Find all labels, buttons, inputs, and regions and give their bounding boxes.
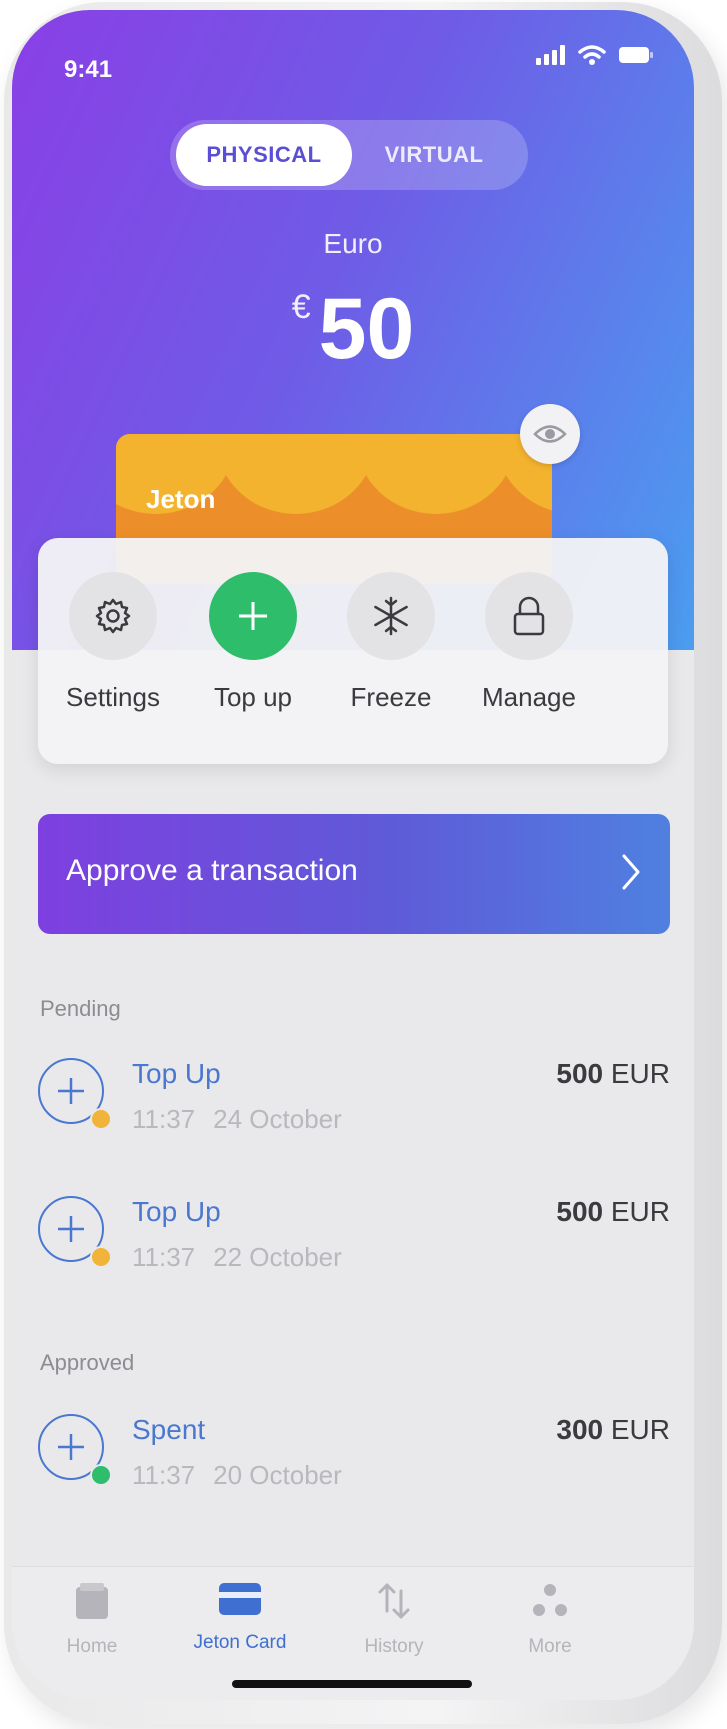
transaction-meta: 11:37 24 October <box>132 1104 360 1135</box>
manage-action[interactable]: Manage <box>454 572 604 713</box>
card-brand: Jeton <box>146 484 216 514</box>
balance: €50 <box>12 280 694 379</box>
amount-currency: EUR <box>610 1414 670 1445</box>
arrows-icon <box>378 1583 410 1619</box>
amount-value: 500 <box>556 1058 604 1089</box>
transaction-row[interactable]: Spent 11:37 20 October 300 EUR <box>38 1414 670 1504</box>
tab-jeton-card[interactable]: Jeton Card <box>170 1581 310 1654</box>
transaction-time: 11:37 <box>132 1460 196 1490</box>
transaction-date: 22 October <box>213 1242 342 1272</box>
top-up-button[interactable] <box>209 572 297 660</box>
settings-button[interactable] <box>69 572 157 660</box>
transaction-amount: 300 EUR <box>556 1414 670 1446</box>
transaction-title: Top Up <box>132 1196 221 1227</box>
screen: 9:41 PHYSICAL VIRTUAL Euro €50 Jeton Set… <box>12 10 694 1700</box>
freeze-action[interactable]: Freeze <box>316 572 466 713</box>
status-icons <box>536 44 654 66</box>
card-icon <box>219 1583 261 1615</box>
tab-label: More <box>528 1636 572 1657</box>
status-dot <box>90 1464 112 1486</box>
dots-icon <box>533 1584 567 1616</box>
tab-label: Jeton Card <box>193 1632 287 1653</box>
section-approved: Approved <box>40 1350 135 1375</box>
tab-virtual[interactable]: VIRTUAL <box>346 124 522 186</box>
card-pattern <box>356 434 516 514</box>
amount-currency: EUR <box>610 1058 670 1089</box>
phone-frame: 9:41 PHYSICAL VIRTUAL Euro €50 Jeton Set… <box>4 2 722 1724</box>
action-label: Top up <box>213 682 293 712</box>
tab-more[interactable]: More <box>480 1581 620 1658</box>
tab-label: Home <box>66 1636 118 1657</box>
manage-button[interactable] <box>485 572 573 660</box>
tab-history[interactable]: History <box>324 1581 464 1658</box>
transaction-meta: 11:37 20 October <box>132 1460 360 1491</box>
eye-icon <box>533 425 567 443</box>
wallet-icon <box>76 1583 108 1619</box>
balance-amount: 50 <box>318 281 415 377</box>
battery-icon <box>619 47 653 63</box>
plus-icon <box>58 1434 84 1460</box>
plus-icon <box>239 602 267 630</box>
tab-physical[interactable]: PHYSICAL <box>176 124 352 186</box>
transaction-amount: 500 EUR <box>556 1196 670 1228</box>
freeze-button[interactable] <box>347 572 435 660</box>
plus-icon <box>58 1078 84 1104</box>
tab-home[interactable]: Home <box>22 1581 162 1658</box>
currency-symbol: € <box>291 288 311 326</box>
amount-value: 500 <box>556 1196 604 1227</box>
gear-icon <box>95 598 131 634</box>
transaction-title: Top Up <box>132 1058 221 1089</box>
show-details-button[interactable] <box>520 404 580 464</box>
transaction-time: 11:37 <box>132 1242 196 1272</box>
status-dot <box>90 1108 112 1130</box>
wifi-icon <box>578 45 606 65</box>
approve-transaction-button[interactable]: Approve a transaction <box>38 814 670 934</box>
transaction-time: 11:37 <box>132 1104 196 1134</box>
transaction-amount: 500 EUR <box>556 1058 670 1090</box>
approve-label: Approve a transaction <box>66 854 358 887</box>
transaction-date: 24 October <box>213 1104 342 1134</box>
signal-icon <box>536 45 565 65</box>
transaction-date: 20 October <box>213 1460 342 1490</box>
currency-name: Euro <box>323 228 383 259</box>
amount-value: 300 <box>556 1414 604 1445</box>
card-type-toggle: PHYSICAL VIRTUAL <box>170 120 528 190</box>
settings-action[interactable]: Settings <box>38 572 188 713</box>
card-actions: Settings Top up Freeze Manage <box>38 538 668 764</box>
action-label: Settings <box>66 682 160 712</box>
lock-icon <box>513 596 545 636</box>
home-indicator <box>232 1680 472 1688</box>
transaction-meta: 11:37 22 October <box>132 1242 360 1273</box>
snowflake-icon <box>374 596 408 636</box>
transaction-row[interactable]: Top Up 11:37 24 October 500 EUR <box>38 1058 670 1148</box>
action-label: Freeze <box>350 682 432 712</box>
transaction-title: Spent <box>132 1414 206 1445</box>
status-dot <box>90 1246 112 1268</box>
card-pattern <box>216 434 376 514</box>
transaction-row[interactable]: Top Up 11:37 22 October 500 EUR <box>38 1196 670 1286</box>
amount-currency: EUR <box>610 1196 670 1227</box>
section-pending: Pending <box>40 996 121 1021</box>
top-up-action[interactable]: Top up <box>178 572 328 713</box>
status-time: 9:41 <box>64 56 113 83</box>
tab-label: History <box>364 1636 424 1657</box>
plus-icon <box>58 1216 84 1242</box>
action-label: Manage <box>482 682 576 712</box>
chevron-right-icon <box>622 854 640 890</box>
